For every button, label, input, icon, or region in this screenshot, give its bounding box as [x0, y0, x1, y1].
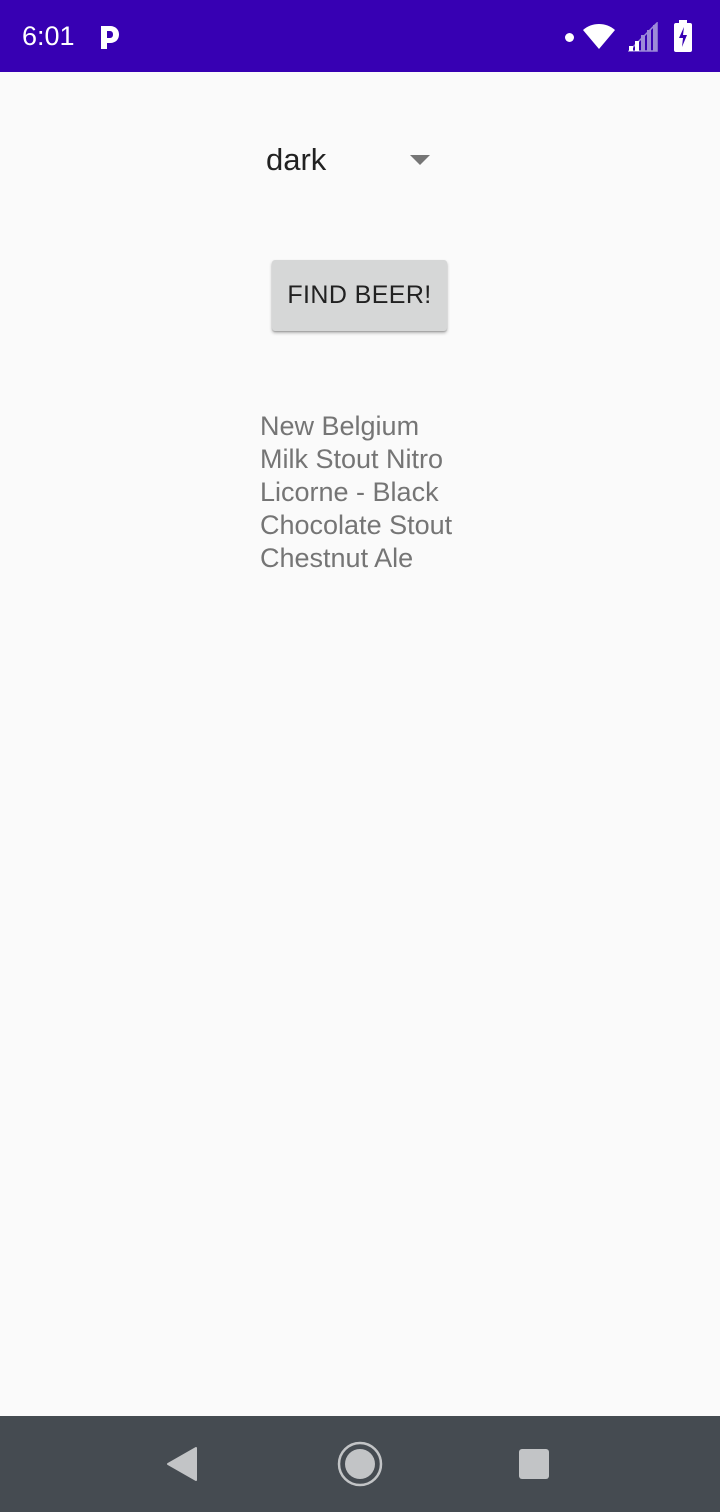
spinner-selected-value: dark — [266, 142, 327, 177]
cell-signal-icon — [628, 22, 658, 52]
parking-icon — [101, 26, 119, 49]
dropdown-arrow-icon — [410, 155, 430, 165]
list-item: Licorne - Black — [260, 477, 439, 507]
status-bar: 6:01 — [0, 0, 720, 72]
app-screen: 6:01 dark FIND BEER! New Belgium Milk St… — [0, 0, 720, 1512]
beer-color-spinner[interactable]: dark — [250, 128, 450, 192]
wifi-icon — [583, 24, 615, 49]
battery-charging-icon — [674, 20, 692, 52]
recents-icon[interactable] — [519, 1449, 549, 1479]
navigation-bar — [0, 1416, 720, 1512]
list-item: Milk Stout Nitro — [260, 444, 444, 474]
list-item: Chocolate Stout — [260, 510, 453, 540]
notification-dot-icon — [565, 33, 574, 42]
status-time: 6:01 — [22, 21, 75, 51]
list-item: Chestnut Ale — [260, 543, 414, 573]
list-item: New Belgium — [260, 411, 420, 441]
beer-results-list: New Belgium Milk Stout Nitro Licorne - B… — [260, 410, 560, 575]
back-icon[interactable] — [166, 1446, 198, 1482]
home-icon[interactable] — [337, 1441, 383, 1487]
find-beer-button[interactable]: FIND BEER! — [272, 260, 447, 331]
